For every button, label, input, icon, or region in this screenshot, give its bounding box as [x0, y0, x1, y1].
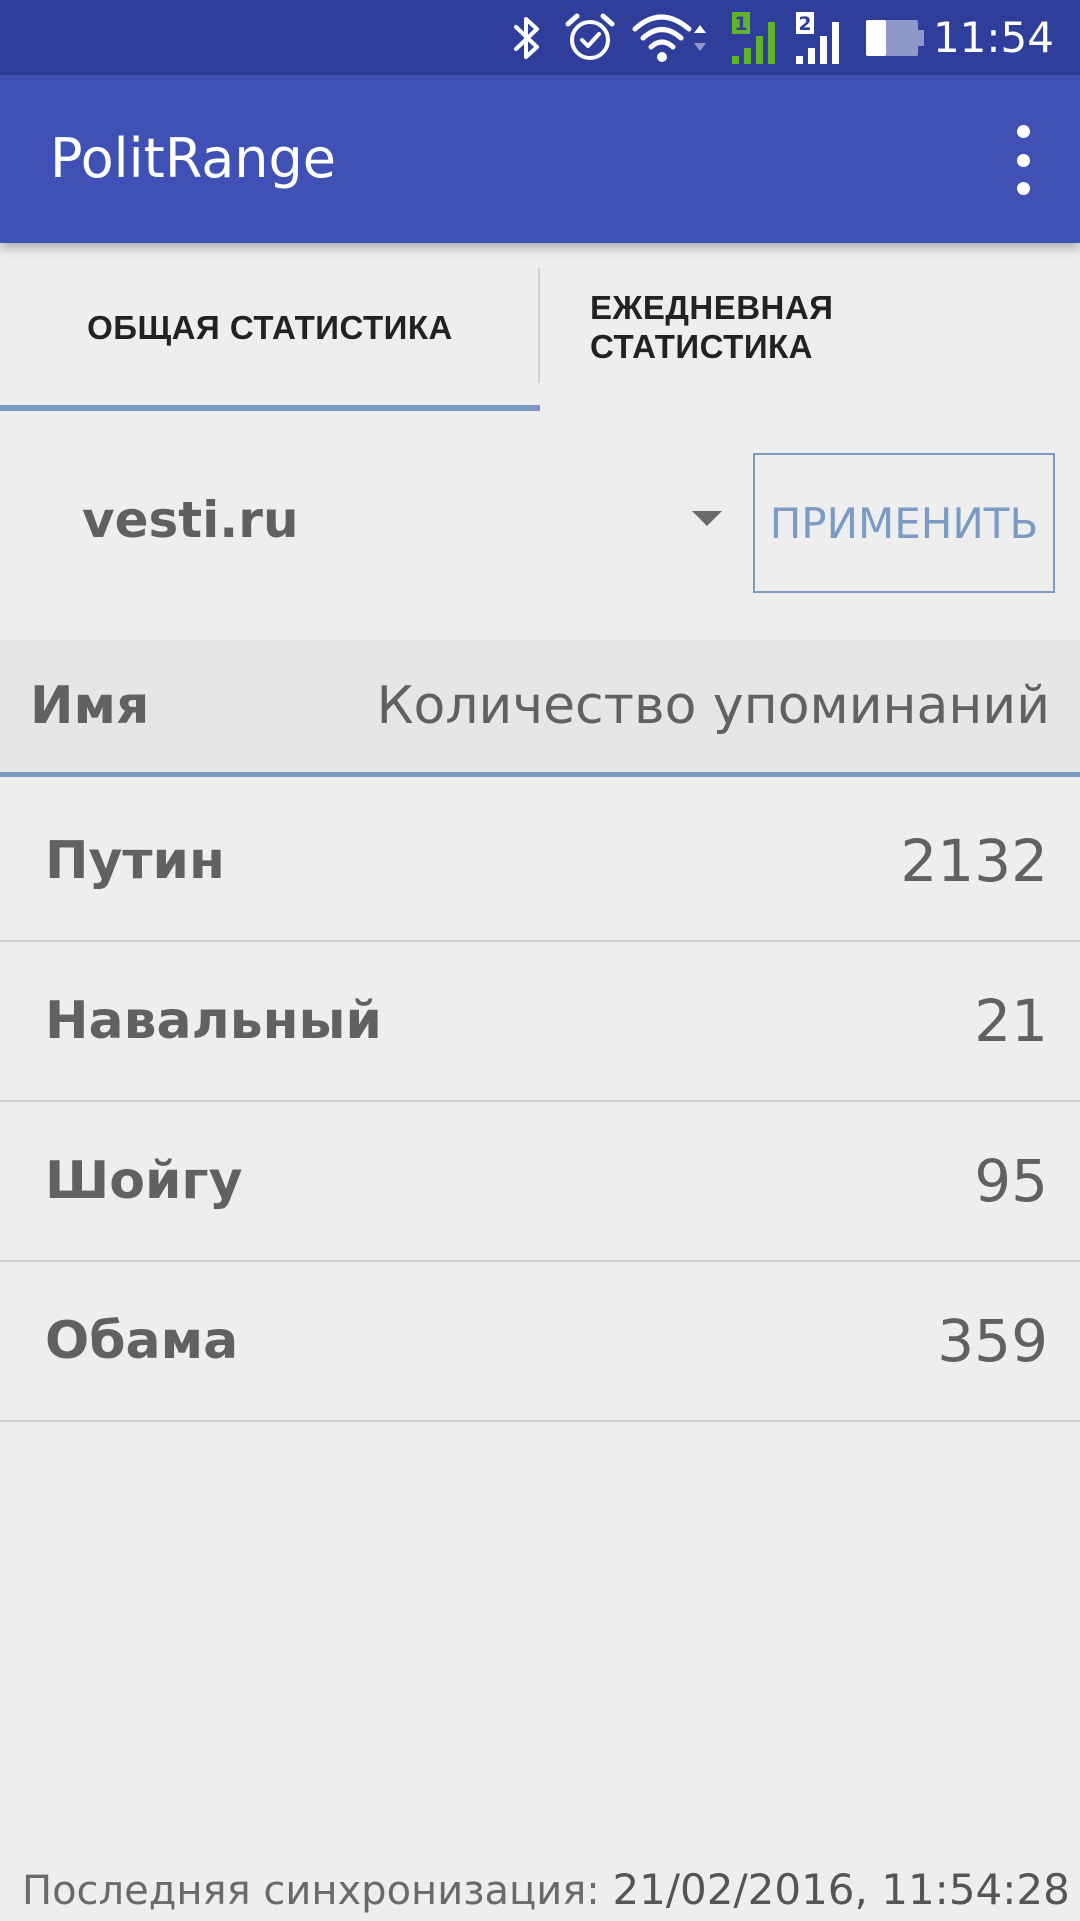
tab-general-statistics[interactable]: ОБЩАЯ СТАТИСТИКА — [0, 243, 540, 411]
sync-label: Последняя синхронизация: — [22, 1868, 600, 1914]
table-row[interactable]: Путин 2132 — [0, 782, 1080, 942]
app-bar: PolitRange — [0, 75, 1080, 243]
tab-divider — [538, 268, 540, 383]
alarm-icon — [560, 0, 620, 75]
apply-button[interactable]: ПРИМЕНИТЬ — [753, 453, 1055, 593]
last-sync-status: Последняя синхронизация: 21/02/2016, 11:… — [22, 1860, 1070, 1920]
table-body: Путин 2132 Навальный 21 Шойгу 95 Обама 3… — [0, 782, 1080, 1422]
signal-sim1-icon: 1 — [728, 0, 786, 75]
sync-timestamp: 21/02/2016, 11:54:28 — [612, 1865, 1070, 1914]
tab-label: ЕЖЕДНЕВНАЯ СТАТИСТИКА — [590, 289, 834, 365]
more-vert-icon[interactable] — [998, 125, 1048, 195]
table-row[interactable]: Навальный 21 — [0, 942, 1080, 1102]
row-count: 2132 — [900, 827, 1048, 895]
wifi-icon — [630, 0, 710, 75]
status-bar: 1 2 11:54 — [0, 0, 1080, 75]
table-row[interactable]: Обама 359 — [0, 1262, 1080, 1422]
tab-selected-indicator — [0, 405, 540, 411]
tab-daily-statistics[interactable]: ЕЖЕДНЕВНАЯ СТАТИСТИКА — [540, 243, 1080, 411]
row-name: Обама — [45, 1311, 239, 1371]
row-name: Шойгу — [45, 1151, 243, 1211]
source-selected-value: vesti.ru — [82, 491, 299, 549]
table-header: Имя Количество упоминаний — [0, 640, 1080, 777]
tab-label: ОБЩАЯ СТАТИСТИКА — [87, 308, 453, 346]
app-title: PolitRange — [50, 127, 337, 190]
tab-bar: ОБЩАЯ СТАТИСТИКА ЕЖЕДНЕВНАЯ СТАТИСТИКА — [0, 243, 1080, 411]
column-header-name: Имя — [30, 676, 150, 736]
menu-dot — [1016, 182, 1030, 195]
row-count: 95 — [974, 1147, 1048, 1215]
menu-dot — [1016, 153, 1030, 167]
menu-dot — [1016, 125, 1030, 138]
column-header-count: Количество упоминаний — [376, 676, 1050, 736]
row-count: 21 — [974, 987, 1048, 1055]
sim2-number: 2 — [798, 13, 811, 35]
table-row[interactable]: Шойгу 95 — [0, 1102, 1080, 1262]
dropdown-arrow-icon — [692, 511, 722, 526]
row-name: Навальный — [45, 991, 382, 1051]
battery-icon — [862, 0, 928, 75]
sim1-number: 1 — [734, 13, 747, 35]
bluetooth-icon — [505, 0, 549, 75]
source-dropdown[interactable]: vesti.ru — [50, 440, 730, 600]
row-name: Путин — [45, 831, 225, 891]
status-time: 11:54 — [932, 13, 1054, 62]
row-count: 359 — [937, 1307, 1048, 1375]
signal-sim2-icon: 2 — [792, 0, 850, 75]
